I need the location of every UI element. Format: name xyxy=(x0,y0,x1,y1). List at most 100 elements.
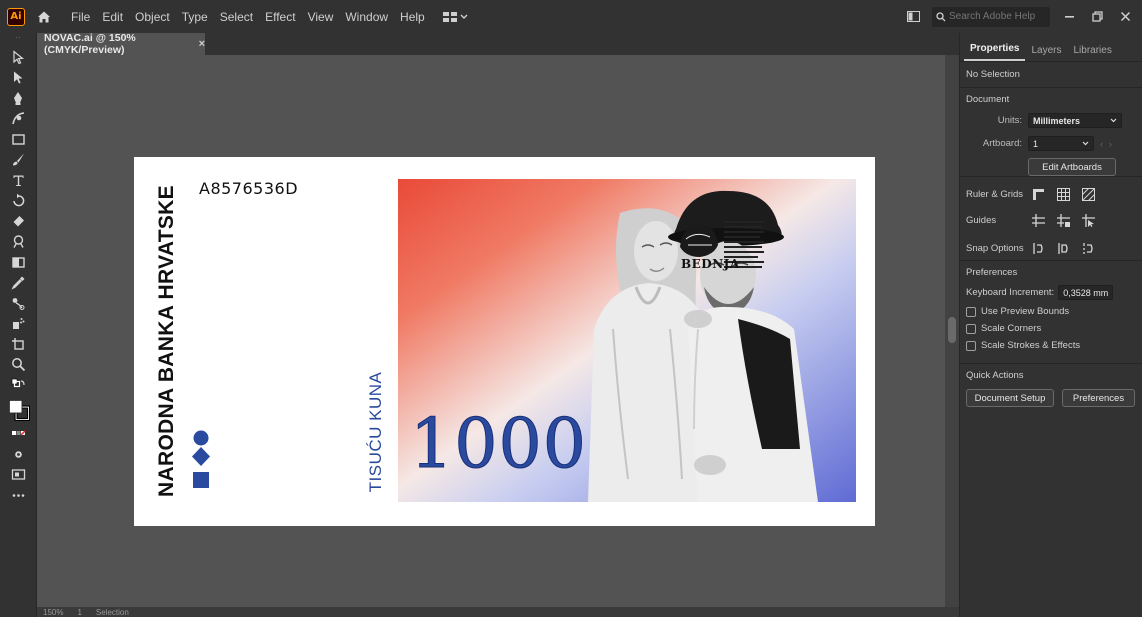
menu-help[interactable]: Help xyxy=(394,10,431,24)
document-tab-bar xyxy=(205,33,959,55)
search-icon xyxy=(936,11,946,21)
artboard-dropdown[interactable]: 1 xyxy=(1028,136,1094,151)
direct-selection-tool-icon[interactable] xyxy=(0,68,37,89)
type-tool-icon[interactable] xyxy=(0,170,37,191)
scale-strokes-checkbox[interactable] xyxy=(966,340,976,351)
snap-to-glyph-icon[interactable] xyxy=(1082,242,1095,255)
menu-file[interactable]: File xyxy=(65,10,96,24)
fill-stroke-swatch[interactable] xyxy=(0,396,37,424)
use-preview-bounds-checkbox[interactable] xyxy=(966,306,976,317)
preferences-heading: Preferences xyxy=(966,267,1018,278)
lock-guides-icon[interactable] xyxy=(1057,213,1070,227)
document-tab[interactable]: NOVAC.ai @ 150% (CMYK/Preview) × xyxy=(37,32,205,56)
status-mode[interactable]: Selection xyxy=(96,608,129,617)
menu-bar: Ai File Edit Object Type Select Effect V… xyxy=(0,0,1142,33)
arrange-documents-icon[interactable] xyxy=(904,8,922,26)
units-dropdown[interactable]: Millimeters xyxy=(1028,113,1122,128)
canvas[interactable]: NARODNA BANKA HRVATSKE A8576536D TISUĆU … xyxy=(37,55,945,607)
chevron-down-icon xyxy=(460,14,468,19)
serial-number-top[interactable]: A8576536D xyxy=(199,179,298,198)
zoom-tool-icon[interactable] xyxy=(0,355,37,376)
color-mode-icon[interactable] xyxy=(0,424,37,445)
more-tools-icon[interactable] xyxy=(0,485,37,506)
brush-tool-icon[interactable] xyxy=(0,150,37,171)
snap-to-pixel-icon[interactable] xyxy=(1057,242,1070,255)
draw-mode-icon[interactable] xyxy=(0,444,37,465)
tab-libraries[interactable]: Libraries xyxy=(1067,45,1117,61)
artboard-value: 1 xyxy=(1033,138,1039,149)
close-icon[interactable] xyxy=(1116,8,1134,26)
panel-grip-icon[interactable]: ·· xyxy=(0,33,36,47)
artboard-label: Artboard: xyxy=(982,138,1022,149)
smart-guides-icon[interactable] xyxy=(1082,213,1095,227)
keyboard-increment-input[interactable]: 0,3528 mm xyxy=(1058,285,1114,300)
menu-edit[interactable]: Edit xyxy=(96,10,129,24)
show-guides-icon[interactable] xyxy=(1032,213,1045,227)
units-value: Millimeters xyxy=(1033,115,1081,126)
properties-panel: Properties Layers Libraries No Selection… xyxy=(959,33,1142,617)
blend-tool-icon[interactable] xyxy=(0,293,37,314)
vertical-scrollbar[interactable] xyxy=(945,55,959,607)
puppet-warp-tool-icon[interactable] xyxy=(0,232,37,253)
transparency-grid-icon[interactable] xyxy=(1082,187,1095,201)
pen-tool-icon[interactable] xyxy=(0,88,37,109)
menu-object[interactable]: Object xyxy=(129,10,176,24)
screen-mode-icon[interactable] xyxy=(0,465,37,486)
workspace-switcher[interactable] xyxy=(442,11,468,22)
emblem-name-text[interactable]: BEDNJA xyxy=(681,257,740,271)
status-bar: 150% 1 Selection xyxy=(37,607,959,617)
panel-tabs: Properties Layers Libraries xyxy=(960,33,1142,62)
tab-layers[interactable]: Layers xyxy=(1025,45,1067,61)
use-preview-bounds-label: Use Preview Bounds xyxy=(981,306,1070,317)
eyedropper-tool-icon[interactable] xyxy=(0,273,37,294)
app-logo: Ai xyxy=(7,7,25,26)
quick-actions-heading: Quick Actions xyxy=(966,370,1024,381)
help-search-input[interactable] xyxy=(949,11,1039,22)
value-in-words[interactable]: TISUĆU KUNA xyxy=(360,357,392,507)
document-tab-title: NOVAC.ai @ 150% (CMYK/Preview) xyxy=(44,32,136,56)
minimize-icon[interactable] xyxy=(1060,8,1078,26)
blind-marks-shapes[interactable] xyxy=(190,430,212,492)
rotate-tool-icon[interactable] xyxy=(0,191,37,212)
bank-name-text[interactable]: NARODNA BANKA HRVATSKE xyxy=(146,175,188,507)
menu-view[interactable]: View xyxy=(302,10,340,24)
symbol-sprayer-tool-icon[interactable] xyxy=(0,314,37,335)
menu-type[interactable]: Type xyxy=(176,10,214,24)
menu-effect[interactable]: Effect xyxy=(259,10,301,24)
document-setup-button[interactable]: Document Setup xyxy=(966,389,1054,407)
scale-corners-checkbox[interactable] xyxy=(966,323,976,334)
selection-tool-icon[interactable] xyxy=(0,47,37,68)
chevron-down-icon xyxy=(1082,141,1089,146)
workspace-grid-icon xyxy=(442,11,457,22)
rectangle-tool-icon[interactable] xyxy=(0,129,37,150)
menu-window[interactable]: Window xyxy=(339,10,394,24)
artboard-navigator[interactable]: 1 xyxy=(77,608,81,617)
tab-properties[interactable]: Properties xyxy=(964,43,1026,61)
home-icon[interactable] xyxy=(35,8,53,26)
curvature-tool-icon[interactable] xyxy=(0,109,37,130)
restore-icon[interactable] xyxy=(1088,8,1106,26)
shape-builder-tool-icon[interactable] xyxy=(0,252,37,273)
zoom-level[interactable]: 150% xyxy=(43,608,63,617)
main-menu: File Edit Object Type Select Effect View… xyxy=(65,10,431,24)
value-in-words-label: TISUĆU KUNA xyxy=(366,371,385,493)
document-heading: Document xyxy=(966,94,1010,105)
scrollbar-thumb[interactable] xyxy=(948,317,956,343)
help-search[interactable] xyxy=(932,6,1050,27)
default-colors-icon[interactable] xyxy=(0,375,37,396)
artboard[interactable]: NARODNA BANKA HRVATSKE A8576536D TISUĆU … xyxy=(134,157,875,526)
ruler-icon[interactable] xyxy=(1032,188,1045,201)
previous-artboard-icon[interactable]: ‹ xyxy=(1100,139,1103,149)
snap-to-point-icon[interactable] xyxy=(1032,242,1045,255)
preferences-button[interactable]: Preferences xyxy=(1062,389,1135,407)
next-artboard-icon[interactable]: › xyxy=(1109,139,1112,149)
eraser-tool-icon[interactable] xyxy=(0,211,37,232)
close-tab-icon[interactable]: × xyxy=(199,38,205,50)
edit-artboards-button[interactable]: Edit Artboards xyxy=(1028,158,1116,176)
selection-status: No Selection xyxy=(966,69,1020,80)
artboard-tool-icon[interactable] xyxy=(0,334,37,355)
menu-select[interactable]: Select xyxy=(214,10,259,24)
value-number-large[interactable]: 1000 xyxy=(409,410,587,479)
guides-label: Guides xyxy=(966,214,997,226)
grid-icon[interactable] xyxy=(1057,187,1070,201)
